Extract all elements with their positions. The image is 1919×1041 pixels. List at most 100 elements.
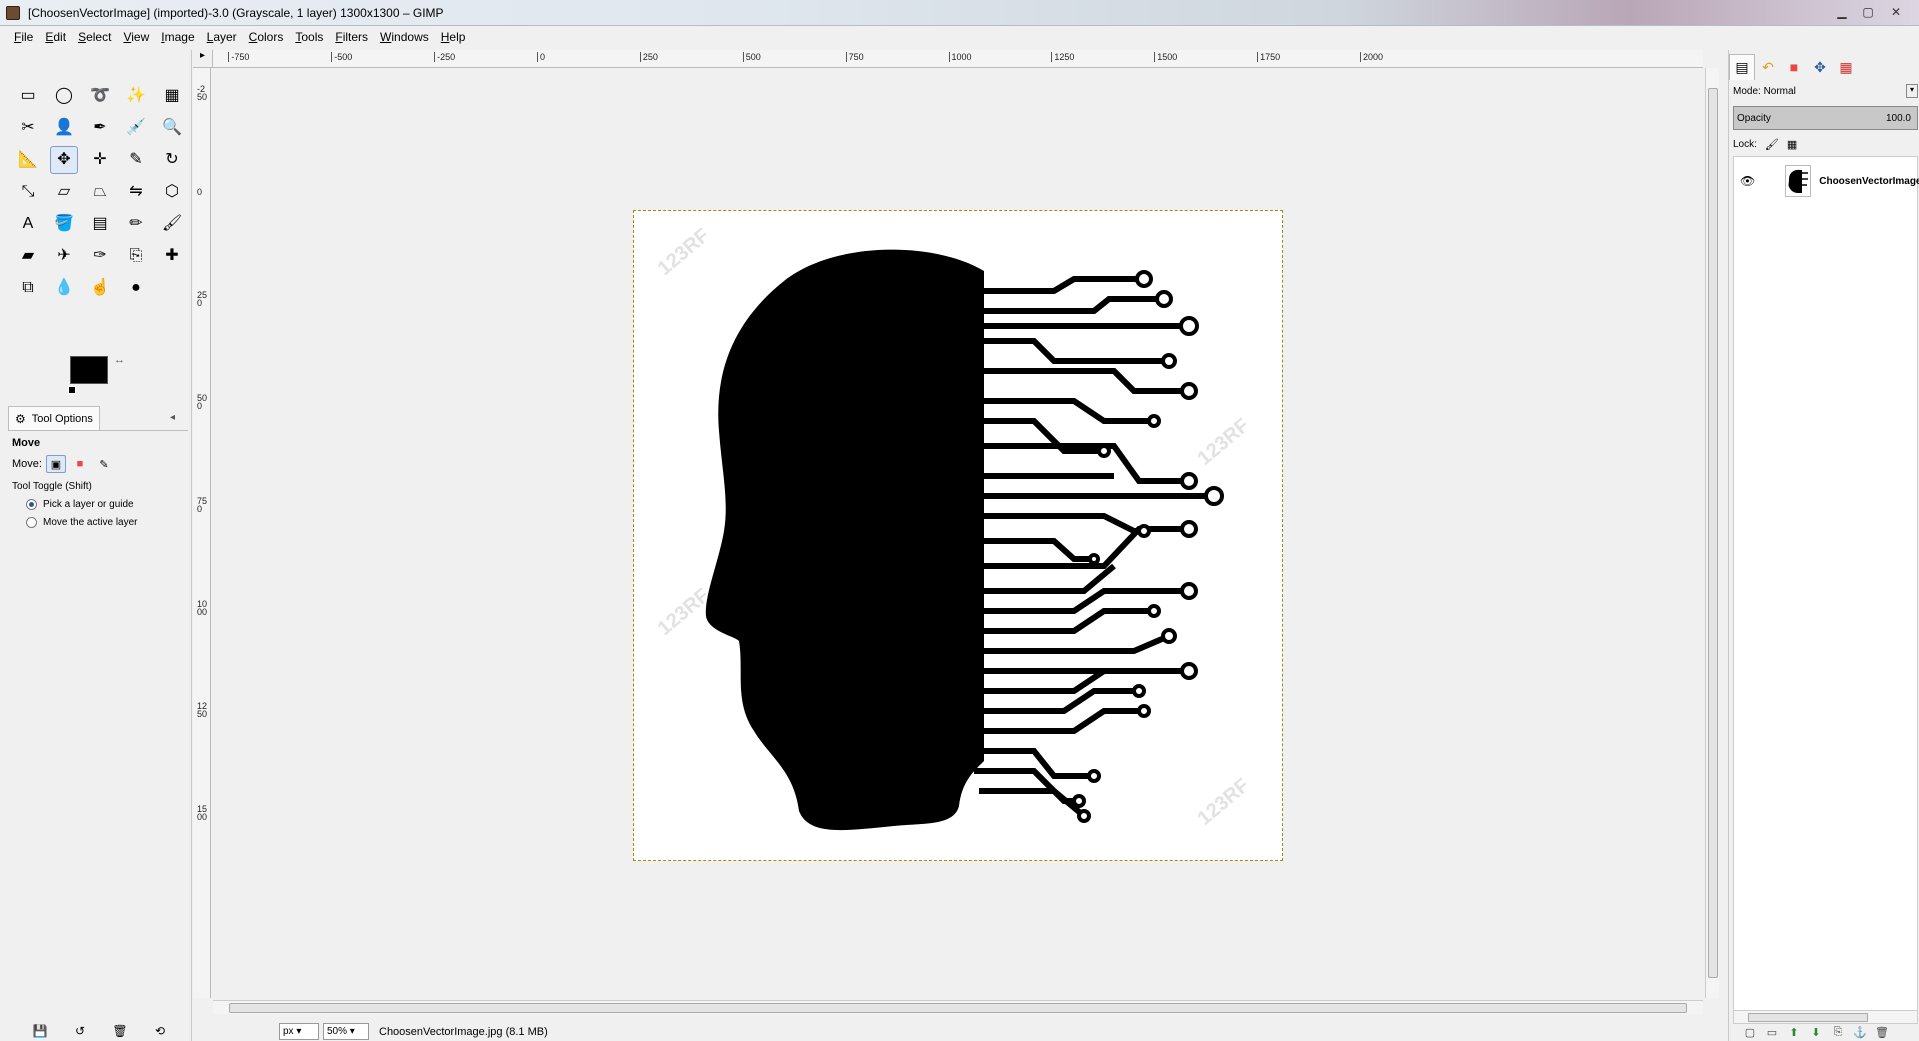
flip-tool[interactable]: ⇋ [118,176,154,208]
hruler-tick-label: 750 [845,52,864,62]
zoom-select[interactable]: 50% ▾ [323,1023,369,1040]
save-options-icon[interactable]: 💾 [20,1024,60,1038]
horizontal-scrollbar[interactable] [213,1000,1703,1014]
horizontal-ruler[interactable]: -750 -500 -250 0 250 500 750 1000 1250 1500 1750 20… [213,50,1703,68]
new-layer-icon[interactable]: ▢ [1739,1026,1761,1039]
delete-layer-icon[interactable]: 🗑 [1871,1026,1893,1039]
vertical-ruler[interactable]: -250 0 250 500 750 1000 1250 1500 [193,68,211,998]
paths-tool[interactable]: ✒ [82,112,118,144]
layer-mode-row[interactable]: Mode: Normal ▾ [1733,84,1918,98]
minimize-button[interactable]: ▁ [1831,3,1853,21]
color-picker-tool[interactable]: 💉 [118,112,154,144]
menu-image[interactable]: Image [161,30,194,44]
cage-transform-tool[interactable]: ⬡ [154,176,190,208]
new-layer-group-icon[interactable]: ▭ [1761,1026,1783,1039]
configure-tab-icon[interactable]: ◂ [170,412,175,423]
reset-options-icon[interactable]: ⟲ [140,1024,180,1038]
quick-mask-corner-icon[interactable]: ▸ [193,50,213,68]
raise-layer-icon[interactable]: ⬆ [1783,1026,1805,1039]
tab-tool-options[interactable]: ⚙ Tool Options [8,406,100,430]
pencil-tool[interactable]: ✏ [118,208,154,240]
move-path-icon[interactable]: ✎ [94,455,114,473]
vertical-scrollbar[interactable] [1705,68,1719,998]
zoom-tool[interactable]: 🔍 [154,112,190,144]
menu-tools[interactable]: Tools [295,30,323,44]
duplicate-layer-icon[interactable]: ⎘ [1827,1026,1849,1039]
close-button[interactable]: ✕ [1885,3,1907,21]
anchor-layer-icon[interactable]: ⚓ [1849,1026,1871,1039]
dock-horizontal-scrollbar[interactable] [1733,1010,1918,1024]
menu-select[interactable]: Select [78,30,111,44]
fuzzy-select-tool[interactable]: ✨ [118,80,154,112]
rotate-tool[interactable]: ↻ [154,144,190,176]
unit-select[interactable]: px ▾ [279,1023,319,1040]
layer-name[interactable]: ChoosenVectorImage [1819,176,1919,187]
opacity-value: 100.0 [1885,112,1911,124]
menu-help[interactable]: Help [441,30,466,44]
menu-view[interactable]: View [123,30,149,44]
foreground-select-tool[interactable]: 👤 [46,112,82,144]
dock-scrollbar-thumb[interactable] [1748,1013,1868,1022]
opacity-slider[interactable]: Opacity 100.0 [1733,106,1918,130]
move-layer-icon[interactable]: ▣ [45,455,66,473]
restore-options-icon[interactable]: ↺ [60,1024,100,1038]
gimp-app-icon[interactable] [6,6,20,20]
radio-move-active-layer[interactable]: Move the active layer [26,517,138,528]
visibility-eye-icon[interactable]: 👁 [1740,174,1755,188]
menu-windows[interactable]: Windows [380,30,429,44]
radio-pick-layer-button[interactable] [26,499,37,510]
rect-select-tool[interactable]: ▭ [10,80,46,112]
radio-pick-layer[interactable]: Pick a layer or guide [26,499,134,510]
lock-pixels-icon[interactable]: 🖌 [1765,138,1779,151]
scissors-select-tool[interactable]: ✂ [10,112,46,144]
ellipse-select-tool[interactable]: ◯ [46,80,82,112]
layer-row[interactable]: 👁 ChoosenVectorImage [1734,163,1919,199]
radio-move-active-layer-button[interactable] [26,517,37,528]
bucket-fill-tool[interactable]: 🪣 [46,208,82,240]
free-select-tool[interactable]: ➰ [82,80,118,112]
lock-alpha-icon[interactable]: ▦ [1787,138,1797,151]
menu-colors[interactable]: Colors [249,30,284,44]
eraser-tool[interactable]: ▰ [10,240,46,272]
blur-sharpen-tool[interactable]: 💧 [46,272,82,304]
scale-tool[interactable]: ⤡ [10,176,46,208]
align-tool[interactable]: ✛ [82,144,118,176]
menu-layer[interactable]: Layer [207,30,237,44]
paintbrush-tool[interactable]: 🖌 [154,208,190,240]
maximize-button[interactable]: ▢ [1857,3,1879,21]
perspective-tool[interactable]: ⏢ [82,176,118,208]
select-by-color-tool[interactable]: ▦ [154,80,190,112]
lower-layer-icon[interactable]: ⬇ [1805,1026,1827,1039]
mode-dropdown-icon[interactable]: ▾ [1906,84,1918,98]
tab-channels-icon[interactable]: ■ [1781,54,1807,80]
tab-layers-icon[interactable]: ▤ [1729,54,1755,80]
crop-tool[interactable]: ✎ [118,144,154,176]
move-tool[interactable]: ✥ [46,144,82,176]
heal-tool[interactable]: ✚ [154,240,190,272]
status-bar: px ▾ 50% ▾ ChoosenVectorImage.jpg (8.1 M… [193,1022,1725,1041]
tab-undo-history-icon[interactable]: ↶ [1755,54,1781,80]
menu-file[interactable]: File [14,30,33,44]
smudge-tool[interactable]: ☝ [82,272,118,304]
ink-tool[interactable]: ✑ [82,240,118,272]
horizontal-scrollbar-thumb[interactable] [229,1003,1687,1013]
blend-tool[interactable]: ▤ [82,208,118,240]
clone-tool[interactable]: ⎘ [118,240,154,272]
menu-filters[interactable]: Filters [335,30,368,44]
perspective-clone-tool[interactable]: ⧉ [10,272,46,304]
airbrush-tool[interactable]: ✈ [46,240,82,272]
measure-tool[interactable]: 📐 [10,144,46,176]
shear-tool[interactable]: ▱ [46,176,82,208]
vertical-scrollbar-thumb[interactable] [1708,88,1718,978]
reset-colors-icon[interactable] [68,386,76,394]
foreground-color-swatch[interactable] [70,356,108,384]
dodge-burn-tool[interactable]: ● [118,272,154,304]
image-canvas[interactable]: 123RF 123RF 123RF 123RF 123RF 123RF [633,210,1283,861]
menu-edit[interactable]: Edit [45,30,66,44]
tab-paths-icon[interactable]: ✥ [1807,54,1833,80]
tab-colormap-icon[interactable]: ▦ [1833,54,1859,80]
move-selection-icon[interactable]: ■ [70,455,90,473]
delete-options-icon[interactable]: 🗑 [100,1024,140,1038]
swap-colors-icon[interactable]: ↔ [114,354,125,366]
text-tool[interactable]: A [10,208,46,240]
